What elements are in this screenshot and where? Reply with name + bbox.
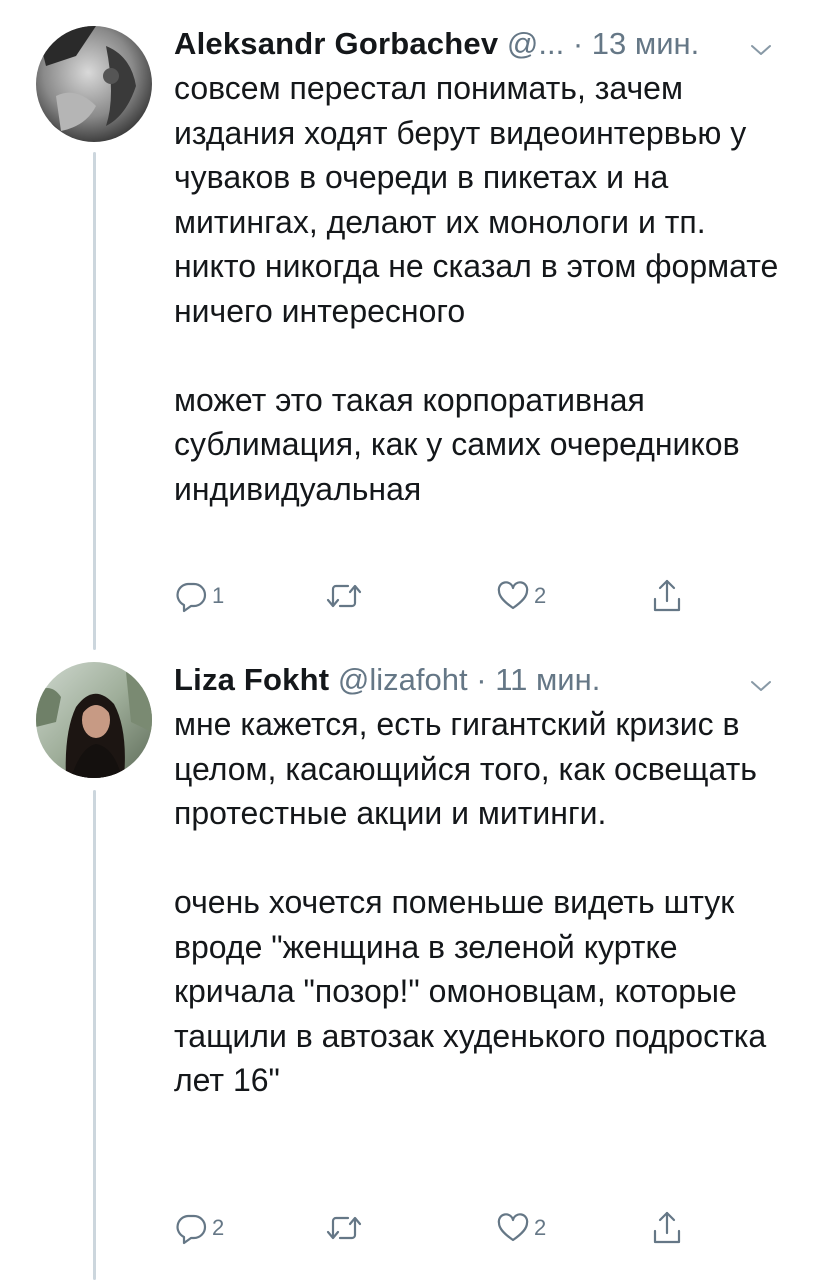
display-name[interactable]: Aleksandr Gorbachev <box>174 26 498 61</box>
thread-line <box>93 152 96 650</box>
timestamp[interactable]: 11 мин. <box>495 662 600 697</box>
display-name[interactable]: Liza Fokht <box>174 662 329 697</box>
reply-icon <box>174 1211 208 1245</box>
like-count: 2 <box>534 1215 547 1240</box>
retweet-button[interactable] <box>324 576 368 616</box>
separator: · <box>572 26 584 61</box>
chevron-down-icon[interactable] <box>748 31 774 57</box>
retweet-icon <box>324 1211 364 1245</box>
retweet-button[interactable] <box>324 1208 368 1248</box>
tweet-header: Liza Fokht @lizafoht · 11 мин. <box>174 658 774 702</box>
tweet-paragraph: может это такая корпоративная сублимация… <box>174 381 740 507</box>
avatar[interactable] <box>36 26 152 142</box>
tweet-header: Aleksandr Gorbachev @... · 13 мин. <box>174 22 774 66</box>
reply-button[interactable]: 1 <box>174 576 224 616</box>
separator: · <box>476 662 487 697</box>
tweet-paragraph: мне кажется, есть гигантский кризис в це… <box>174 706 757 831</box>
thread-line <box>93 790 96 1280</box>
tweet-text: мне кажется, есть гигантский кризис в це… <box>174 702 794 1103</box>
like-button[interactable]: 2 <box>496 1208 546 1248</box>
reply-icon <box>174 579 208 613</box>
tweet-actions: 2 2 <box>174 1208 734 1248</box>
reply-button[interactable]: 2 <box>174 1208 224 1248</box>
retweet-icon <box>324 579 364 613</box>
reply-count: 1 <box>212 583 225 608</box>
share-icon <box>650 1209 684 1247</box>
tweet-actions: 1 2 <box>174 576 734 616</box>
share-icon <box>650 577 684 615</box>
heart-icon <box>496 1211 530 1245</box>
like-button[interactable]: 2 <box>496 576 546 616</box>
heart-icon <box>496 579 530 613</box>
timestamp[interactable]: 13 мин. <box>592 26 699 61</box>
user-handle[interactable]: @lizafoht <box>338 662 468 697</box>
share-button[interactable] <box>650 576 684 616</box>
tweet[interactable]: Aleksandr Gorbachev @... · 13 мин. совсе… <box>0 0 814 650</box>
like-count: 2 <box>534 583 547 608</box>
tweet-paragraph: очень хочется поменьше видеть штук вроде… <box>174 884 767 1098</box>
share-button[interactable] <box>650 1208 684 1248</box>
chevron-down-icon[interactable] <box>748 667 774 693</box>
avatar[interactable] <box>36 662 152 778</box>
tweet-paragraph: совсем перестал понимать, зачем издания … <box>174 70 779 329</box>
user-handle[interactable]: @... <box>507 26 564 61</box>
reply-count: 2 <box>212 1215 225 1240</box>
tweet[interactable]: Liza Fokht @lizafoht · 11 мин. мне кажет… <box>0 650 814 1280</box>
tweet-text: совсем перестал понимать, зачем издания … <box>174 66 794 511</box>
